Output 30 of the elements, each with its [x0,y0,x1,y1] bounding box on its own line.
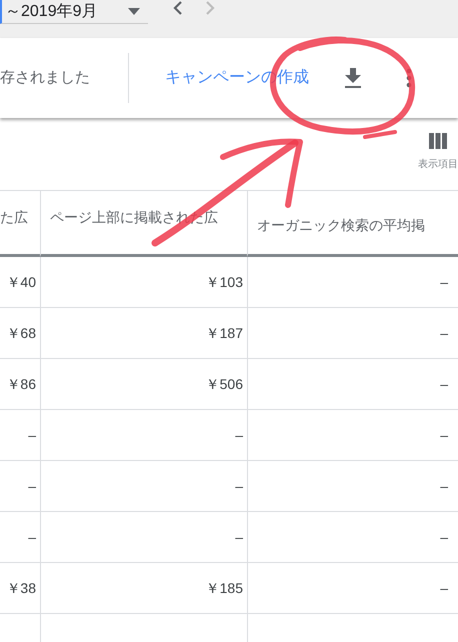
column-header[interactable]: オーガニック検索の平均掲 [247,191,458,257]
column-header[interactable]: た広 [0,191,40,257]
table-cell-text: – [28,528,36,546]
table-cell-text: ￥185 [206,578,243,598]
table-cell-text: ￥68 [6,324,36,342]
table-cell-text: ￥38 [6,578,36,598]
table-cell-text: – [440,426,448,444]
caret-icon [128,8,140,15]
table-cell-text: – [440,374,448,394]
table-cell-text: ￥86 [6,374,36,394]
table-cell-text: – [440,578,448,598]
columns-button[interactable]: 表示項目 [412,133,458,172]
table-cell-text: – [440,272,448,292]
table-cell-text: – [28,476,36,496]
chevron-left-icon [173,0,183,16]
table-cell-text: ￥103 [206,272,243,292]
table-cell-text: – [235,528,243,546]
table-cell-text: ￥40 [6,272,36,292]
table-cell-text: ￥506 [206,374,243,394]
table-cell-text: – [28,426,36,444]
table-cell-text: ￥187 [206,324,243,342]
columns-icon [429,133,447,149]
table-cell-text: – [440,528,448,546]
save-status-text: 存されました [0,68,91,88]
table-cell-text: – [235,476,243,496]
table-cell-text: – [235,426,243,444]
download-icon [344,68,362,88]
chevron-right-icon [205,0,215,16]
table-cell-text: – [440,324,448,342]
table-cell-text: – [440,476,448,496]
